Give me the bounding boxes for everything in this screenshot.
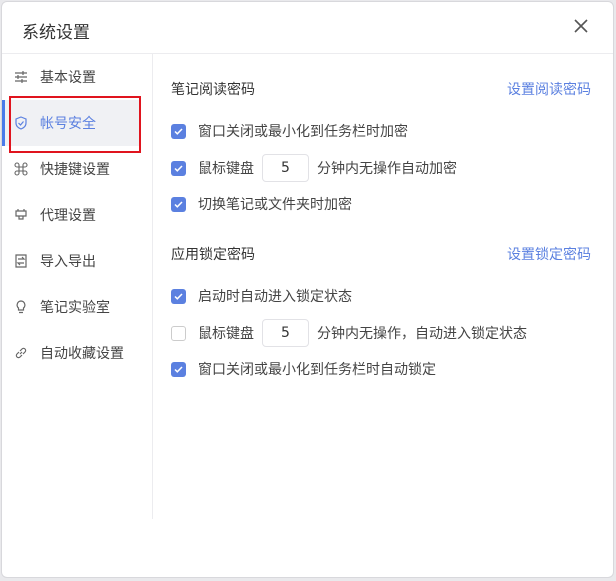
checkbox[interactable] — [171, 361, 186, 377]
option-encrypt-on-close: 窗口关闭或最小化到任务栏时加密 — [171, 117, 408, 145]
plug-icon — [15, 209, 27, 220]
sidebar-item-label: 导入导出 — [40, 254, 96, 270]
checkbox[interactable] — [171, 196, 186, 212]
sidebar-item-label: 基本设置 — [40, 70, 96, 86]
minutes-input[interactable]: 5 — [262, 154, 309, 182]
read-password-heading: 笔记阅读密码 — [171, 82, 255, 98]
import-export-icon — [15, 254, 27, 268]
checkbox[interactable] — [171, 123, 186, 139]
checkbox[interactable] — [171, 325, 186, 341]
option-label: 鼠标键盘 — [198, 161, 254, 177]
option-label: 切换笔记或文件夹时加密 — [198, 197, 352, 213]
sidebar: 基本设置 帐号安全 快捷键设置 代理设置 导入导出 笔记实验室 自动收藏设置 — [2, 54, 153, 519]
sidebar-item-shortcuts[interactable]: 快捷键设置 — [2, 146, 140, 192]
sidebar-item-label: 代理设置 — [40, 208, 96, 224]
sidebar-item-basic[interactable]: 基本设置 — [2, 54, 140, 100]
sidebar-item-label: 快捷键设置 — [40, 162, 110, 178]
sidebar-item-lab[interactable]: 笔记实验室 — [2, 284, 140, 330]
option-label: 分钟内无操作，自动进入锁定状态 — [317, 326, 527, 342]
option-lock-on-start: 启动时自动进入锁定状态 — [171, 282, 352, 310]
bulb-icon — [16, 300, 26, 314]
option-label: 鼠标键盘 — [198, 326, 254, 342]
sidebar-item-auto-collect[interactable]: 自动收藏设置 — [2, 330, 140, 376]
sidebar-item-label: 笔记实验室 — [40, 300, 110, 316]
settings-dialog: 系统设置 基本设置 帐号安全 快捷键设置 代理设置 导入导出 笔记实验室 自动收… — [1, 1, 614, 578]
set-lock-password-link[interactable]: 设置锁定密码 — [507, 244, 591, 264]
option-label: 窗口关闭或最小化到任务栏时加密 — [198, 124, 408, 140]
dialog-header: 系统设置 — [2, 2, 613, 54]
checkbox[interactable] — [171, 160, 186, 176]
sidebar-item-label: 自动收藏设置 — [40, 346, 124, 362]
option-encrypt-on-switch: 切换笔记或文件夹时加密 — [171, 190, 352, 218]
set-read-password-link[interactable]: 设置阅读密码 — [507, 79, 591, 99]
sidebar-item-label: 帐号安全 — [40, 116, 96, 132]
minutes-input[interactable]: 5 — [262, 319, 309, 347]
sidebar-item-proxy[interactable]: 代理设置 — [2, 192, 140, 238]
option-label: 窗口关闭或最小化到任务栏时自动锁定 — [198, 362, 436, 378]
close-icon[interactable] — [571, 16, 591, 36]
lock-password-heading: 应用锁定密码 — [171, 247, 255, 263]
option-lock-on-close: 窗口关闭或最小化到任务栏时自动锁定 — [171, 355, 436, 383]
sidebar-item-import-export[interactable]: 导入导出 — [2, 238, 140, 284]
shield-icon — [15, 116, 27, 130]
sliders-icon — [15, 71, 27, 83]
option-lock-idle: 鼠标键盘 5 分钟内无操作，自动进入锁定状态 — [171, 319, 527, 347]
option-label: 启动时自动进入锁定状态 — [198, 289, 352, 305]
checkbox[interactable] — [171, 288, 186, 304]
dialog-title: 系统设置 — [22, 23, 90, 43]
command-icon — [14, 162, 28, 176]
option-encrypt-idle: 鼠标键盘 5 分钟内无操作自动加密 — [171, 154, 457, 182]
option-label: 分钟内无操作自动加密 — [317, 161, 457, 177]
link-icon — [15, 347, 27, 359]
sidebar-item-account-security[interactable]: 帐号安全 — [2, 100, 140, 146]
